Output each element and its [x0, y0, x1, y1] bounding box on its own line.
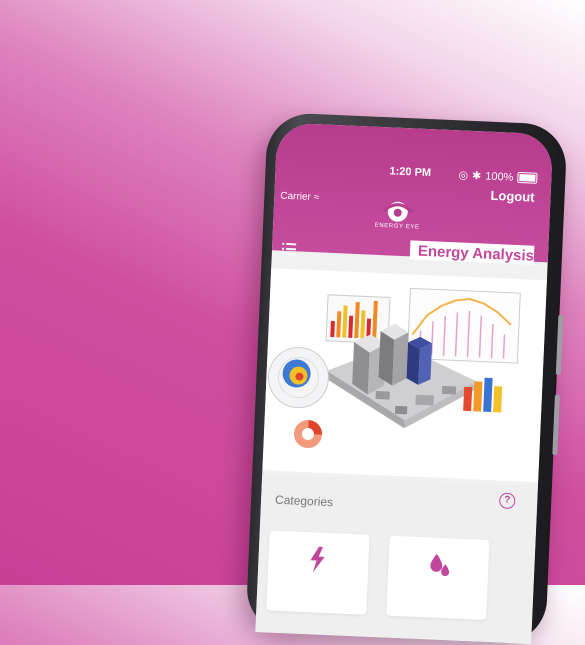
battery-icon	[517, 171, 538, 184]
water-drops-icon	[430, 553, 450, 577]
category-card-water[interactable]	[386, 535, 490, 620]
logout-button[interactable]: Logout	[490, 188, 535, 205]
status-bar: 1:20 PM ◎ ✱ 100%	[293, 161, 538, 190]
status-time: 1:20 PM	[389, 165, 432, 180]
eye-logo-icon	[382, 201, 413, 222]
bluetooth-icon: ✱	[471, 169, 482, 183]
app-header: 1:20 PM ◎ ✱ 100% Carrier ≈ Logout ENERGY…	[271, 122, 554, 265]
categories-section: Categories ?	[255, 474, 538, 644]
app-logo: ENERGY EYE	[373, 199, 422, 231]
help-icon[interactable]: ?	[498, 492, 516, 510]
carrier-text: Carrier	[280, 190, 312, 203]
battery-percent: 100%	[485, 170, 514, 184]
energy-analysis-illustration	[262, 268, 547, 483]
wifi-icon: ≈	[313, 192, 320, 204]
status-right: ◎ ✱ 100%	[458, 168, 538, 184]
logo-text: ENERGY EYE	[374, 222, 420, 231]
location-icon: ◎	[458, 169, 469, 182]
app-screen: 1:20 PM ◎ ✱ 100% Carrier ≈ Logout ENERGY…	[255, 122, 554, 644]
carrier-label: Carrier ≈	[280, 191, 319, 204]
lightning-icon	[310, 546, 325, 573]
categories-title: Categories	[274, 492, 334, 510]
energy-analysis-image	[267, 287, 521, 449]
hamburger-menu-icon[interactable]	[281, 242, 297, 256]
page-title: Energy Analysis	[409, 240, 535, 265]
category-card-electricity[interactable]	[266, 530, 370, 615]
phone-mockup: 1:20 PM ◎ ✱ 100% Carrier ≈ Logout ENERGY…	[245, 112, 568, 645]
